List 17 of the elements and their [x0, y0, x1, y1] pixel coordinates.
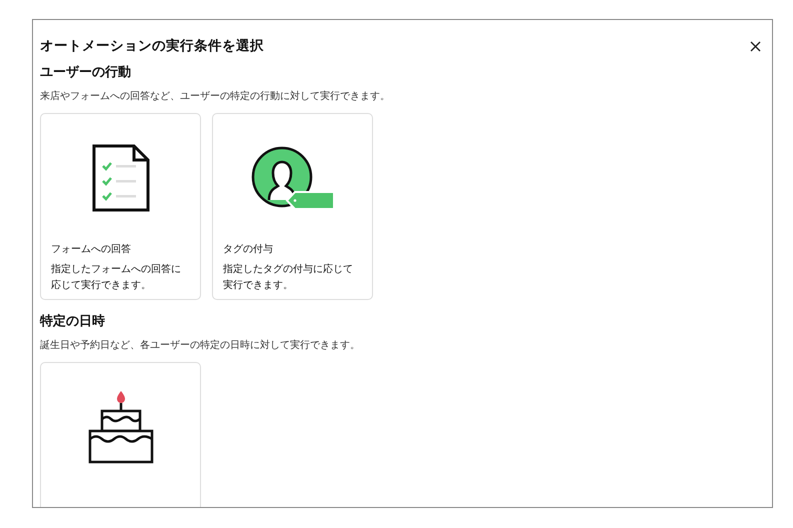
section-heading: 特定の日時 [40, 312, 106, 330]
trigger-card[interactable] [40, 362, 201, 507]
section-description: 来店やフォームへの回答など、ユーザーの特定の行動に対して実行できます。 [40, 90, 391, 103]
trigger-card[interactable]: フォームへの回答 指定したフォームへの回答に応じて実行できます。 [40, 113, 201, 300]
user-tag-icon [250, 146, 334, 210]
card-description: 指定したフォームへの回答に応じて実行できます。 [51, 262, 182, 293]
card-title: タグの付与 [223, 242, 274, 256]
close-button[interactable] [748, 38, 763, 54]
section-heading: ユーザーの行動 [40, 64, 132, 81]
close-icon [750, 40, 761, 52]
dialog-title: オートメーションの実行条件を選択 [40, 37, 264, 55]
section-description: 誕生日や予約日など、各ユーザーの特定の日時に対して実行できます。 [40, 338, 361, 352]
checklist-document-icon [92, 144, 150, 212]
card-description: 指定したタグの付与に応じて実行できます。 [223, 262, 354, 293]
birthday-cake-icon [88, 389, 154, 465]
trigger-card[interactable]: タグの付与 指定したタグの付与に応じて実行できます。 [212, 113, 373, 300]
card-title: フォームへの回答 [51, 243, 132, 256]
